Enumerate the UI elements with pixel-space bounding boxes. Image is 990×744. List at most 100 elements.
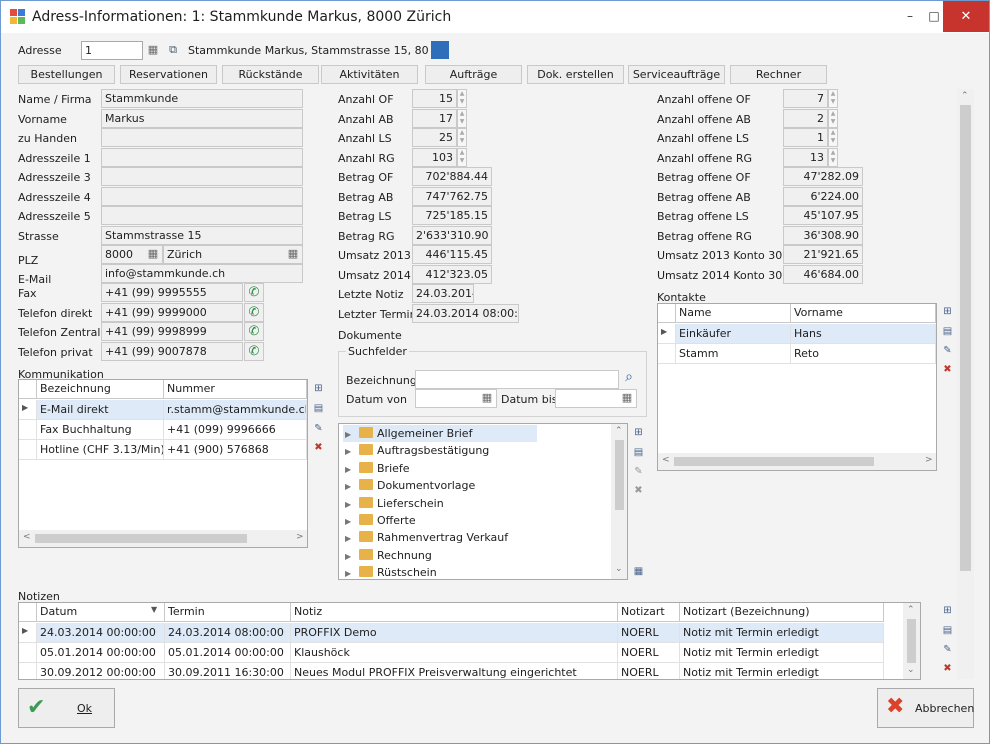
kontakt-name-cell[interactable]: Einkäufer [676,324,791,344]
doc-grid-icon[interactable]: ▦ [629,563,648,582]
doc-view-icon[interactable]: ▤ [629,444,648,463]
kontakt-vorname-cell[interactable]: Reto [791,344,936,364]
notiz-notiz-cell[interactable]: Neues Modul PROFFIX Preisverwaltung eing… [291,663,618,679]
expand-chevron-icon[interactable]: ▶ [345,465,353,474]
folder-item[interactable]: ▶ Rechnung [343,547,603,564]
spinner-icon[interactable]: ▲ ▼ [457,128,467,147]
open-stat-count-field[interactable]: 13 [783,147,828,167]
open-stat-count-field[interactable]: 1 [783,128,828,147]
kontakt-name-cell[interactable]: Stamm [676,344,791,364]
kontakte-add-icon[interactable]: ⊞ [938,303,957,322]
kontakte-col-name[interactable]: Name [676,304,791,323]
notiz-artbez-cell[interactable]: Notiz mit Termin erledigt [680,623,884,643]
spinner-icon[interactable]: ▲ ▼ [828,108,838,128]
contact-field[interactable] [101,167,303,186]
city-field[interactable]: Zürich [163,245,303,264]
folder-item[interactable]: ▶ Offerte [343,512,603,529]
notiz-termin-cell[interactable]: 05.01.2014 00:00:00 [165,643,291,663]
stat-count-field[interactable]: 17 [412,108,457,128]
folder-item[interactable]: ▶ Auftragsbestätigung [343,442,603,459]
komm-col-nummer[interactable]: Nummer [164,380,307,399]
main-vscrollbar[interactable]: ⌃ [957,89,974,679]
open-stat-amount-field[interactable]: 45'107.95 [783,206,863,225]
stat-date-field[interactable]: 24.03.2014 [412,284,474,303]
expand-chevron-icon[interactable]: ▶ [345,552,353,561]
stat-count-field[interactable]: 15 [412,89,457,108]
kontakte-delete-icon[interactable]: ✖ [938,361,957,380]
phone-icon[interactable]: ✆ [244,283,264,302]
doc-bezeichnung-input[interactable] [415,370,619,389]
toolbar-button-rückstände[interactable]: Rückstände [222,65,319,84]
notiz-art-cell[interactable]: NOERL [618,663,680,679]
open-stat-amount-field[interactable]: 47'282.09 [783,167,863,186]
doc-edit-icon[interactable]: ✎ [629,463,648,482]
phone-field[interactable]: +41 (99) 9007878 [101,341,243,361]
notizen-vscrollbar[interactable]: ⌃ ⌄ [903,603,920,679]
open-stat-amount-field[interactable]: 46'684.00 [783,264,863,284]
komm-edit-icon[interactable]: ✎ [309,420,328,439]
doc-datum-von-calendar-icon[interactable]: ▦ [478,390,496,407]
notizen-add-icon[interactable]: ⊞ [938,602,957,621]
open-stat-count-field[interactable]: 2 [783,108,828,128]
notiz-art-cell[interactable]: NOERL [618,643,680,663]
city-lookup-icon[interactable]: ▦ [284,246,302,263]
toolbar-button-serviceaufträge[interactable]: Serviceaufträge [628,65,725,84]
phone-field[interactable]: +41 (99) 9995555 [101,283,243,302]
expand-chevron-icon[interactable]: ▶ [345,517,353,526]
open-stat-amount-field[interactable]: 6'224.00 [783,186,863,206]
close-button[interactable]: ✕ [943,1,989,32]
notizen-delete-icon[interactable]: ✖ [938,660,957,679]
spinner-icon[interactable]: ▲ ▼ [457,108,467,128]
komm-add-icon[interactable]: ⊞ [309,380,328,399]
komm-hscrollbar[interactable]: < > [19,530,307,547]
notizen-col-datum[interactable]: Datum ▼ [37,603,165,622]
toolbar-button-dok-erstellen[interactable]: Dok. erstellen [527,65,624,84]
notizen-view-icon[interactable]: ▤ [938,622,957,641]
phone-field[interactable]: +41 (99) 9998999 [101,322,243,341]
notiz-termin-cell[interactable]: 24.03.2014 08:00:00 [165,623,291,643]
kontakte-col-vorname[interactable]: Vorname [791,304,936,323]
address-lookup-icon[interactable]: ▦ [144,42,162,59]
notiz-notiz-cell[interactable]: PROFFIX Demo [291,623,618,643]
kontakte-view-icon[interactable]: ▤ [938,323,957,342]
cancel-button[interactable]: ✖ Abbrechen [877,688,974,728]
toolbar-button-bestellungen[interactable]: Bestellungen [18,65,115,84]
plz-lookup-icon[interactable]: ▦ [144,246,162,263]
expand-chevron-icon[interactable]: ▶ [345,482,353,491]
expand-chevron-icon[interactable]: ▶ [345,447,353,456]
notiz-datum-cell[interactable]: 24.03.2014 00:00:00 [37,623,165,643]
phone-icon[interactable]: ✆ [244,302,264,322]
stat-amount-field[interactable]: 702'884.44 [412,167,492,186]
expand-chevron-icon[interactable]: ▶ [345,534,353,543]
doc-delete-icon[interactable]: ✖ [629,482,648,501]
spinner-icon[interactable]: ▲ ▼ [828,89,838,108]
folder-item[interactable]: ▶ Rüstschein [343,564,603,579]
contact-field[interactable]: Markus [101,108,303,128]
komm-nummer-cell[interactable]: +41 (900) 576868 [164,440,307,460]
notiz-art-cell[interactable]: NOERL [618,623,680,643]
notizen-edit-icon[interactable]: ✎ [938,641,957,660]
toolbar-button-reservationen[interactable]: Reservationen [120,65,217,84]
komm-bezeichnung-cell[interactable]: Hotline (CHF 3.13/Min) [37,440,164,460]
komm-bezeichnung-cell[interactable]: Fax Buchhaltung [37,420,164,440]
email-field[interactable]: info@stammkunde.ch [101,264,303,283]
contact-field[interactable] [101,128,303,147]
contact-field[interactable] [101,186,303,206]
notizen-col-notiz[interactable]: Notiz [291,603,618,622]
stat-datetime-field[interactable]: 24.03.2014 08:00:00 [412,303,519,323]
stat-count-field[interactable]: 25 [412,128,457,147]
expand-chevron-icon[interactable]: ▶ [345,500,353,509]
notizen-col-notizart-bez[interactable]: Notizart (Bezeichnung) [680,603,884,622]
stat-count-field[interactable]: 103 [412,147,457,167]
phone-field[interactable]: +41 (99) 9999000 [101,302,243,322]
komm-view-icon[interactable]: ▤ [309,400,328,419]
stat-amount-field[interactable]: 747'762.75 [412,186,492,206]
spinner-icon[interactable]: ▲ ▼ [457,147,467,167]
komm-col-bezeichnung[interactable]: Bezeichnung [37,380,164,399]
spinner-icon[interactable]: ▲ ▼ [457,89,467,108]
stat-amount-field[interactable]: 2'633'310.90 [412,225,492,245]
doc-datum-bis-calendar-icon[interactable]: ▦ [618,390,636,407]
open-stat-count-field[interactable]: 7 [783,89,828,108]
contact-field[interactable] [101,206,303,225]
komm-bezeichnung-cell[interactable]: E-Mail direkt [37,400,164,420]
